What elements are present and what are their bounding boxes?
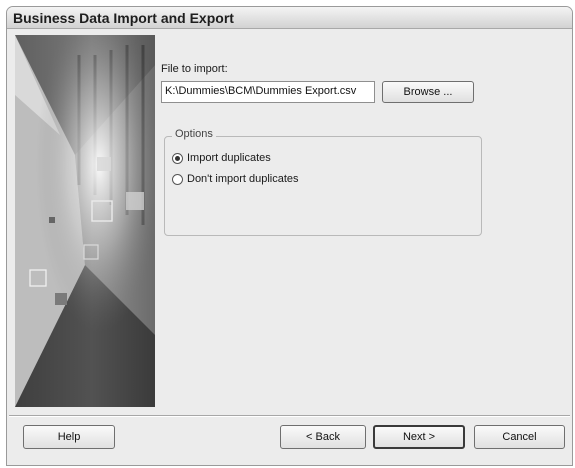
radio-dont-import-duplicates[interactable]: Don't import duplicates <box>172 173 299 185</box>
options-groupbox <box>164 136 482 236</box>
dialog-title: Business Data Import and Export <box>13 10 234 26</box>
file-path-input[interactable]: K:\Dummies\BCM\Dummies Export.csv <box>161 81 375 103</box>
radio-import-duplicates-label: Import duplicates <box>187 152 271 164</box>
radio-selected-icon <box>172 152 183 164</box>
radio-unselected-icon <box>172 173 183 185</box>
footer-separator <box>9 415 570 417</box>
radio-dont-import-duplicates-label: Don't import duplicates <box>187 173 299 185</box>
options-legend: Options <box>172 128 216 140</box>
wizard-graphic <box>15 35 155 407</box>
help-button[interactable]: Help <box>23 425 115 449</box>
import-export-dialog: Business Data Import and Export File to … <box>6 6 573 466</box>
back-button[interactable]: < Back <box>280 425 366 449</box>
title-bar[interactable]: Business Data Import and Export <box>7 7 572 29</box>
cancel-button[interactable]: Cancel <box>474 425 565 449</box>
next-button[interactable]: Next > <box>373 425 465 449</box>
radio-import-duplicates[interactable]: Import duplicates <box>172 152 271 164</box>
browse-button[interactable]: Browse ... <box>382 81 474 103</box>
file-to-import-label: File to import: <box>161 63 228 75</box>
